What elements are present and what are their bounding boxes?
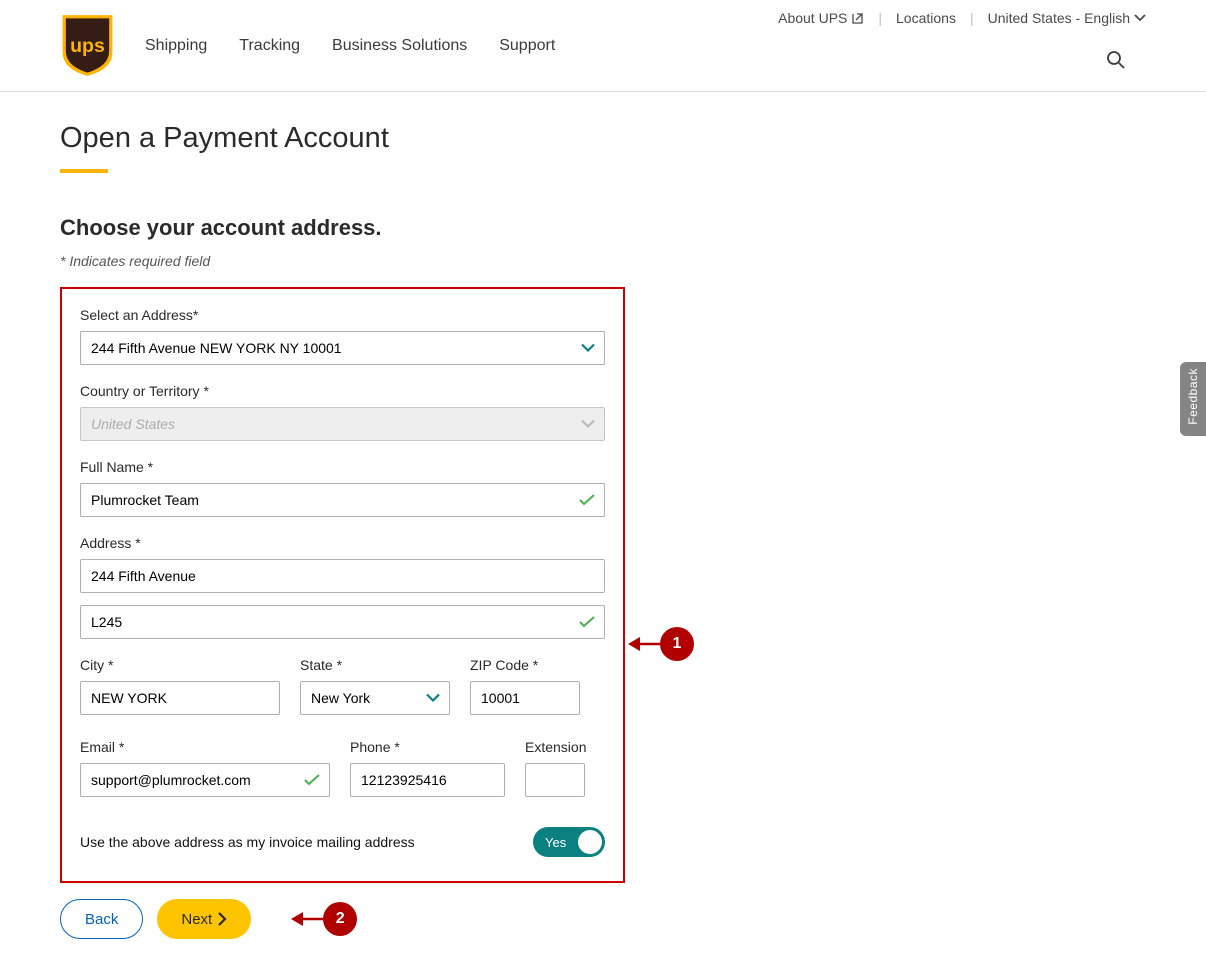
nav-locale[interactable]: United States - English [988,10,1146,26]
svg-text:ups: ups [70,35,105,57]
next-button[interactable]: Next [157,899,251,939]
city-input[interactable] [80,681,280,715]
extension-input[interactable] [525,763,585,797]
zip-label: ZIP Code * [470,657,580,673]
nav-shipping[interactable]: Shipping [145,37,207,55]
page-subtitle: Choose your account address. [60,215,640,241]
select-address-dropdown[interactable]: 244 Fifth Avenue NEW YORK NY 10001 [80,331,605,365]
invoice-toggle[interactable]: Yes [533,827,605,857]
address-line2-input[interactable] [80,605,605,639]
country-dropdown: United States [80,407,605,441]
extension-label: Extension [525,739,585,755]
country-label: Country or Territory * [80,383,605,399]
chevron-down-icon [1134,14,1146,22]
invoice-toggle-label: Use the above address as my invoice mail… [80,834,415,850]
required-note: * Indicates required field [60,253,640,269]
main-nav: Shipping Tracking Business Solutions Sup… [145,37,555,55]
city-label: City * [80,657,280,673]
state-dropdown[interactable]: New York [300,681,450,715]
address-form: Select an Address* 244 Fifth Avenue NEW … [60,287,625,883]
top-nav: About UPS | Locations | United States - … [778,10,1146,26]
feedback-tab[interactable]: Feedback [1180,362,1206,436]
arrow-left-icon [628,636,662,652]
check-icon [304,774,320,786]
full-name-input[interactable] [80,483,605,517]
arrow-left-icon [291,911,325,927]
email-label: Email * [80,739,330,755]
toggle-knob [578,830,602,854]
page-header: ups Shipping Tracking Business Solutions… [0,0,1206,92]
page-title: Open a Payment Account [60,122,640,173]
phone-label: Phone * [350,739,505,755]
check-icon [579,494,595,506]
callout-1: 1 [628,627,694,661]
back-button[interactable]: Back [60,899,143,939]
nav-tracking[interactable]: Tracking [239,37,300,55]
nav-business[interactable]: Business Solutions [332,37,467,55]
address-line1-input[interactable] [80,559,605,593]
nav-support[interactable]: Support [499,37,555,55]
search-icon[interactable] [1106,50,1126,75]
select-address-label: Select an Address* [80,307,605,323]
email-input[interactable] [80,763,330,797]
phone-input[interactable] [350,763,505,797]
nav-about[interactable]: About UPS [778,10,864,26]
address-label: Address * [80,535,605,551]
page-content: Open a Payment Account Choose your accou… [0,92,700,969]
state-label: State * [300,657,450,673]
callout-2: 2 [291,902,357,936]
toggle-state-text: Yes [545,835,566,850]
nav-divider: | [878,10,882,26]
full-name-label: Full Name * [80,459,605,475]
external-link-icon [851,12,864,25]
nav-divider: | [970,10,974,26]
nav-locations[interactable]: Locations [896,10,956,26]
ups-logo[interactable]: ups [60,13,115,78]
zip-input[interactable] [470,681,580,715]
check-icon [579,616,595,628]
chevron-right-icon [218,912,227,926]
